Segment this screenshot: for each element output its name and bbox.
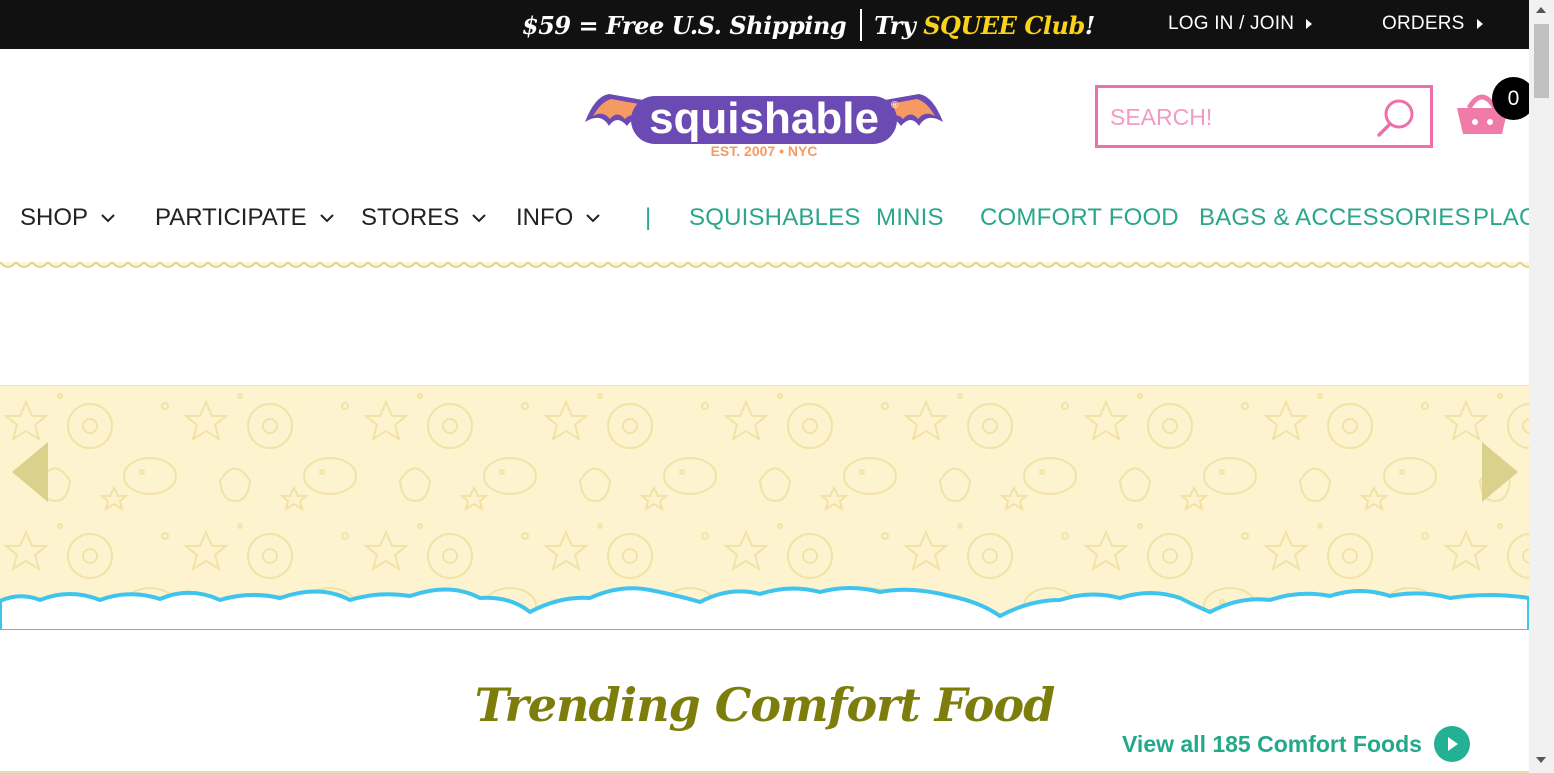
view-all-label: View all 185 Comfort Foods [1122,730,1422,757]
search-input[interactable] [1110,102,1360,132]
squishable-logo[interactable]: squishable ® EST. 2007 • NYC [583,86,945,162]
orders-label: ORDERS [1382,13,1465,34]
svg-text:®: ® [891,100,899,111]
nav-minis[interactable]: MINIS [876,204,944,232]
search-icon[interactable] [1376,98,1416,138]
nav-stores[interactable]: STORES [361,204,487,232]
nav-shop[interactable]: SHOP [20,204,116,232]
caret-right-icon [1476,19,1483,29]
nav-participate-label: PARTICIPATE [155,204,307,231]
page-scrollbar[interactable] [1529,0,1554,773]
chevron-down-icon [472,214,486,223]
nav-info-label: INFO [516,204,574,231]
logo-wordmark: squishable [649,94,879,143]
nav-stores-label: STORES [361,204,460,231]
search-box [1095,85,1433,148]
chevron-down-icon [586,214,601,223]
promo-text[interactable]: $59 = Free U.S. Shipping Try SQUEE Club! [522,8,1095,42]
banner-pattern [0,386,1529,630]
caret-right-icon [1306,19,1313,29]
nav-participate[interactable]: PARTICIPATE [155,204,335,232]
view-all-link[interactable]: View all 185 Comfort Foods [1122,726,1470,762]
play-circle-icon [1433,726,1470,762]
login-join-link[interactable]: LOG IN / JOIN [1168,13,1313,35]
nav-shop-label: SHOP [20,204,89,231]
banner-prev-arrow-icon[interactable] [10,440,50,504]
nav-divider: | [645,204,652,231]
nav-bags-accessories[interactable]: BAGS & ACCESSORIES [1199,204,1471,232]
main-nav: SHOP PARTICIPATE STORES INFO | SQUISHABL… [0,200,1529,240]
promo-divider [860,9,863,41]
chevron-down-icon [101,214,115,223]
login-join-label: LOG IN / JOIN [1168,13,1295,34]
nav-info[interactable]: INFO [516,204,601,232]
nav-comfort-food[interactable]: COMFORT FOOD [980,204,1179,232]
nav-plague[interactable]: PLAGUE [1473,204,1529,232]
scroll-up-icon[interactable] [1536,7,1546,13]
nav-squishables[interactable]: SQUISHABLES [689,204,861,232]
shipping-promo: $59 = Free U.S. Shipping [522,10,847,40]
logo-tagline: EST. 2007 • NYC [711,143,818,159]
promo-bar: $59 = Free U.S. Shipping Try SQUEE Club!… [0,0,1529,49]
chevron-down-icon [319,214,334,223]
banner-next-arrow-icon[interactable] [1480,440,1520,504]
scroll-down-icon[interactable] [1536,757,1546,763]
hero-banner[interactable] [0,385,1529,630]
squee-promo: Try SQUEE Club! [874,10,1095,40]
orders-link[interactable]: ORDERS [1382,13,1483,35]
scrollbar-thumb[interactable] [1534,24,1549,98]
squee-club-link[interactable]: SQUEE Club [923,11,1085,40]
trending-title: Trending Comfort Food [474,678,1056,732]
scallop-divider [0,254,1529,274]
